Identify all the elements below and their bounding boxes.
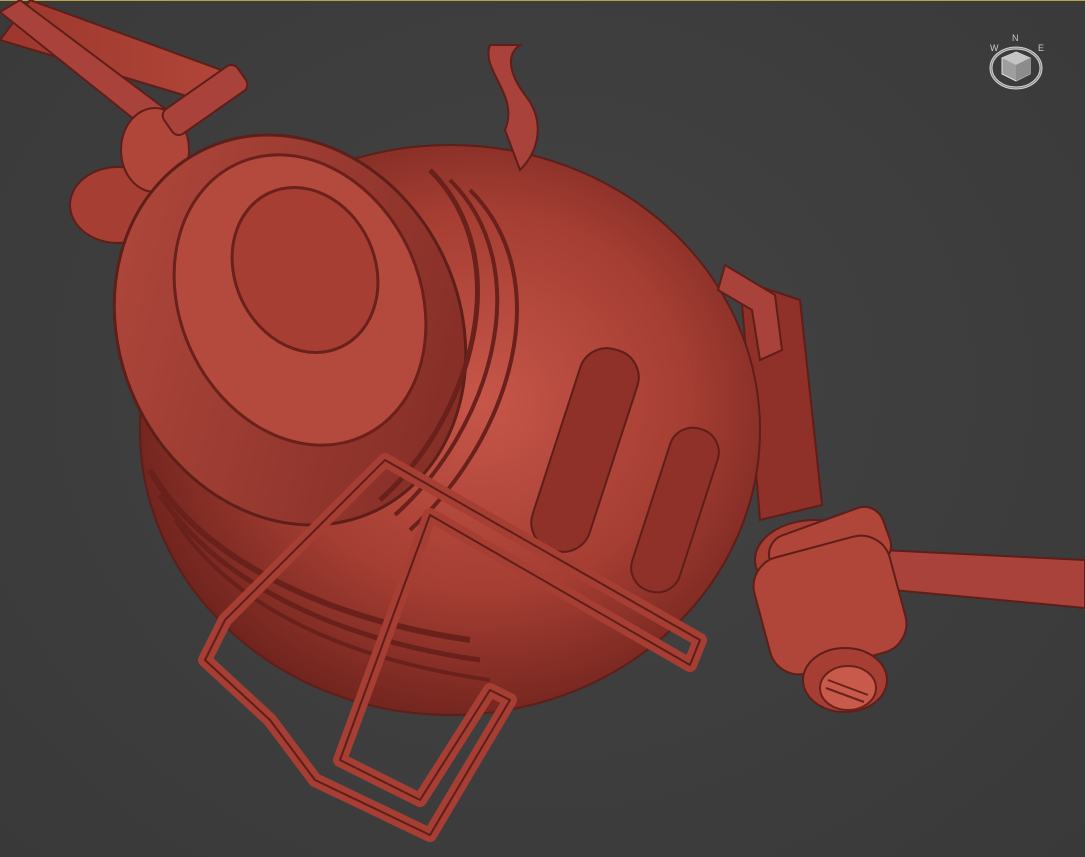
compass-north-label[interactable]: N: [1012, 34, 1019, 43]
viewport-scene[interactable]: [0, 0, 1085, 857]
viewcube-gizmo[interactable]: N E W: [988, 34, 1044, 94]
compass-east-label[interactable]: E: [1038, 44, 1044, 53]
3d-viewport[interactable]: N E W: [0, 0, 1085, 857]
compass-west-label[interactable]: W: [990, 44, 999, 53]
